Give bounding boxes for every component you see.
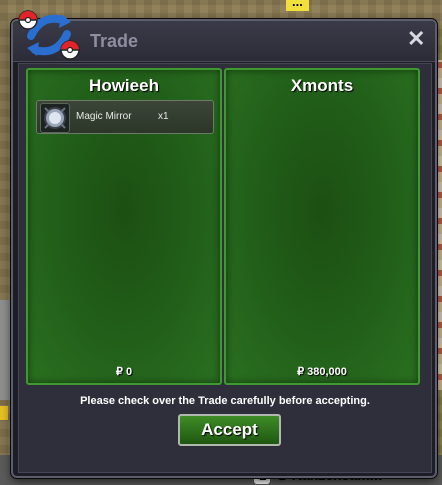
trade-logo-icon xyxy=(18,10,80,60)
partner-offer-panel: Xmonts ₽ 380,000 xyxy=(224,68,420,385)
player-nametag-left xyxy=(0,406,8,420)
trade-content: Howieeh Magic Mirror x1 ₽ 0 Xmonts ₽ 380… xyxy=(18,63,432,473)
my-money-offer: ₽ 0 xyxy=(115,366,133,378)
item-name: Magic Mirror xyxy=(76,111,132,122)
item-quantity: x1 xyxy=(158,111,169,122)
trade-window: Trade ✕ Howieeh Magic Mirror x1 ₽ 0 Xmon… xyxy=(11,10,437,478)
my-offer-panel[interactable]: Howieeh Magic Mirror x1 ₽ 0 xyxy=(26,68,222,385)
player-nametag-top: ... xyxy=(286,0,309,11)
magic-mirror-icon xyxy=(40,103,70,133)
window-title: Trade xyxy=(90,31,139,51)
trade-item-slot[interactable]: Magic Mirror x1 xyxy=(36,100,214,134)
my-player-name: Howieeh xyxy=(89,76,159,95)
accept-button[interactable]: Accept xyxy=(178,414,281,446)
partner-player-name: Xmonts xyxy=(290,76,354,95)
close-button[interactable]: ✕ xyxy=(407,28,425,50)
partner-money-offer: ₽ 380,000 xyxy=(297,366,347,378)
trade-notice: Please check over the Trade carefully be… xyxy=(80,395,370,407)
